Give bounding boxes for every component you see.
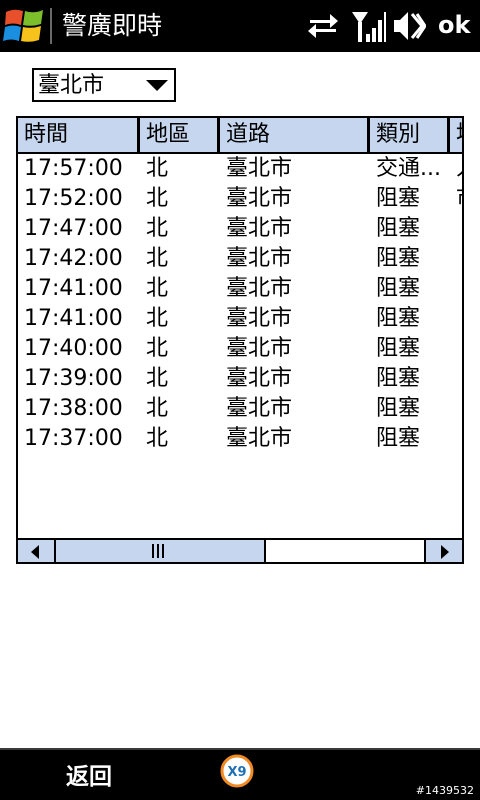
cell-location <box>456 424 462 454</box>
cell-location: 人 <box>456 154 462 184</box>
cell-area: 北 <box>146 306 169 331</box>
cell-location <box>456 334 462 364</box>
data-connection-icon[interactable] <box>306 8 340 44</box>
table-row[interactable]: 17:52:00 北 臺北市 阻塞 市 <box>18 184 462 214</box>
app-logo-icon: X9 <box>220 754 254 788</box>
cell-category: 阻塞 <box>376 276 421 301</box>
cell-area: 北 <box>146 366 169 391</box>
cell-time: 17:52:00 <box>24 186 123 211</box>
cell-category: 阻塞 <box>376 306 421 331</box>
windows-start-icon[interactable] <box>2 4 48 48</box>
signal-strength-icon[interactable] <box>350 8 386 44</box>
ok-button[interactable]: ok <box>438 9 470 41</box>
traffic-table[interactable]: 時間 地區 道路 類別 地 17:57:00北臺北市交通...人17:52:00… <box>16 116 464 564</box>
cell-area: 北 <box>146 426 169 451</box>
scrollbar-thumb[interactable] <box>56 540 266 562</box>
cell-area: 北 <box>146 216 169 241</box>
cell-time: 17:57:00 <box>24 156 123 181</box>
cell-category: 阻塞 <box>376 336 421 361</box>
arrow-left-icon <box>31 545 39 559</box>
column-header-road[interactable]: 道路 <box>220 118 370 152</box>
cell-area: 北 <box>146 186 169 211</box>
softkey-bar: 返回 X9 #1439532 <box>0 748 480 800</box>
cell-road: 臺北市 <box>226 186 293 211</box>
cell-road: 臺北市 <box>226 336 293 361</box>
scroll-left-button[interactable] <box>18 540 56 562</box>
cell-location <box>456 214 462 244</box>
arrow-right-icon <box>441 545 449 559</box>
cell-area: 北 <box>146 156 169 181</box>
table-row[interactable]: 17:37:00 北 臺北市 阻塞 <box>18 424 462 454</box>
chevron-down-icon[interactable] <box>146 80 168 91</box>
cell-category: 阻塞 <box>376 426 421 451</box>
cell-category: 阻塞 <box>376 396 421 421</box>
cell-area: 北 <box>146 246 169 271</box>
cell-time: 17:37:00 <box>24 426 123 451</box>
table-row[interactable]: 17:42:00 北 臺北市 阻塞 <box>18 244 462 274</box>
cell-time: 17:38:00 <box>24 396 123 421</box>
cell-road: 臺北市 <box>226 276 293 301</box>
cell-category: 阻塞 <box>376 366 421 391</box>
horizontal-scrollbar[interactable] <box>18 538 462 562</box>
table-row[interactable]: 17:41:00 北 臺北市 阻塞 <box>18 304 462 334</box>
cell-location <box>456 364 462 394</box>
title-separator <box>50 8 52 44</box>
cell-time: 17:39:00 <box>24 366 123 391</box>
grip-icon <box>152 544 164 558</box>
table-header: 時間 地區 道路 類別 地 <box>18 118 462 154</box>
city-dropdown[interactable]: 臺北市 <box>32 68 176 102</box>
watermark-text: #1439532 <box>415 784 474 797</box>
table-row[interactable]: 17:57:00 北 臺北市 交通... 人 <box>18 154 462 184</box>
cell-time: 17:41:00 <box>24 306 123 331</box>
volume-icon[interactable] <box>392 8 426 44</box>
cell-category: 交通... <box>376 156 441 181</box>
app-title: 警廣即時 <box>62 11 163 40</box>
city-dropdown-value: 臺北市 <box>38 73 105 98</box>
cell-road: 臺北市 <box>226 366 293 391</box>
cell-road: 臺北市 <box>226 156 293 181</box>
cell-road: 臺北市 <box>226 396 293 421</box>
cell-time: 17:40:00 <box>24 336 123 361</box>
cell-location: 市 <box>456 184 462 214</box>
cell-location <box>456 244 462 274</box>
cell-location <box>456 394 462 424</box>
table-row[interactable]: 17:39:00 北 臺北市 阻塞 <box>18 364 462 394</box>
column-header-location[interactable]: 地 <box>450 118 462 152</box>
column-header-category[interactable]: 類別 <box>370 118 450 152</box>
cell-road: 臺北市 <box>226 306 293 331</box>
table-body: 17:57:00北臺北市交通...人17:52:00北臺北市阻塞市17:47:0… <box>18 154 462 454</box>
cell-category: 阻塞 <box>376 246 421 271</box>
back-softkey[interactable]: 返回 <box>66 762 112 792</box>
table-row[interactable]: 17:41:00 北 臺北市 阻塞 <box>18 274 462 304</box>
table-row[interactable]: 17:40:00 北 臺北市 阻塞 <box>18 334 462 364</box>
column-header-time[interactable]: 時間 <box>18 118 140 152</box>
cell-area: 北 <box>146 336 169 361</box>
cell-category: 阻塞 <box>376 216 421 241</box>
cell-location <box>456 274 462 304</box>
table-row[interactable]: 17:47:00 北 臺北市 阻塞 <box>18 214 462 244</box>
table-row[interactable]: 17:38:00 北 臺北市 阻塞 <box>18 394 462 424</box>
cell-area: 北 <box>146 396 169 421</box>
cell-area: 北 <box>146 276 169 301</box>
scroll-right-button[interactable] <box>424 540 462 562</box>
cell-time: 17:41:00 <box>24 276 123 301</box>
cell-category: 阻塞 <box>376 186 421 211</box>
cell-road: 臺北市 <box>226 216 293 241</box>
column-header-area[interactable]: 地區 <box>140 118 220 152</box>
cell-road: 臺北市 <box>226 426 293 451</box>
cell-time: 17:47:00 <box>24 216 123 241</box>
logo-text: X9 <box>227 765 246 780</box>
cell-location <box>456 304 462 334</box>
cell-road: 臺北市 <box>226 246 293 271</box>
title-bar: 警廣即時 ok <box>0 0 480 52</box>
cell-time: 17:42:00 <box>24 246 123 271</box>
